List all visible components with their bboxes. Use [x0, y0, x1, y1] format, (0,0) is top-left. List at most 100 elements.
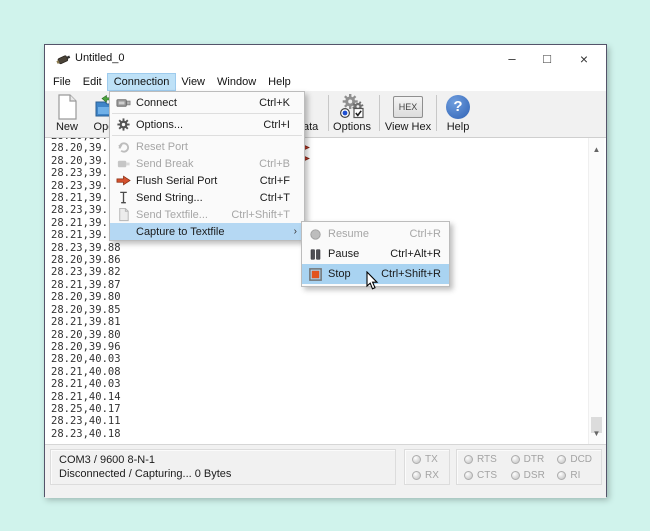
menu-item-flush-serial-port[interactable]: Flush Serial Port Ctrl+F [110, 172, 304, 189]
signal-label: DCD [570, 454, 592, 465]
status-bar: COM3 / 9600 8-N-1 Disconnected / Capturi… [45, 444, 606, 498]
terminal-line: 28.20,39.80 [51, 291, 606, 303]
menu-item-send-break[interactable]: Send Break Ctrl+B [110, 155, 304, 172]
terminal-line: 28.21,40.03 [51, 378, 606, 390]
scroll-down-icon[interactable]: ▼ [589, 426, 604, 442]
terminal-line: 28.20,39.80 [51, 329, 606, 341]
view-hex-button-label: View Hex [383, 121, 433, 133]
help-icon: ? [440, 93, 476, 120]
led-icon [511, 471, 520, 480]
terminal-line: 28.21,40.08 [51, 366, 606, 378]
terminal-line: 28.21,39.81 [51, 316, 606, 328]
terminal-line: 28.25,40.17 [51, 403, 606, 415]
led-icon [464, 455, 473, 464]
terminal-line: 28.20,40.03 [51, 353, 606, 365]
led-icon [464, 471, 473, 480]
view-hex-button[interactable]: HEX View Hex [383, 93, 433, 136]
terminal-line: 28.20,39.96 [51, 341, 606, 353]
signal-label: RTS [477, 454, 497, 465]
status-state-info: Disconnected / Capturing... 0 Bytes [59, 467, 395, 481]
options-gears-icon [330, 93, 374, 120]
terminal-line: 28.20,39.85 [51, 304, 606, 316]
stop-icon [302, 267, 328, 282]
send-break-icon [110, 156, 136, 171]
menubar-item-edit[interactable]: Edit [77, 74, 108, 90]
options-button[interactable]: Options [330, 93, 374, 136]
hex-badge-text: HEX [393, 96, 423, 118]
menu-separator [112, 113, 302, 114]
help-button[interactable]: ? Help [440, 93, 476, 136]
signal-indicator-rx: RX [407, 470, 447, 481]
vertical-scrollbar[interactable]: ▲ ▼ [588, 138, 604, 444]
mouse-cursor [366, 271, 380, 291]
menu-item-send-string[interactable]: Send String... Ctrl+T [110, 189, 304, 206]
terminal-line: 28.23,40.18 [51, 428, 606, 440]
menu-item-options[interactable]: Options... Ctrl+I [110, 116, 304, 133]
send-textfile-icon [110, 207, 136, 222]
minimize-button[interactable]: – [497, 47, 527, 70]
maximize-button[interactable]: □ [532, 47, 562, 70]
signal-indicator-tx: TX [407, 454, 447, 465]
signal-group-txrx: TX RX [404, 449, 450, 485]
signal-indicator-rts: RTS [459, 454, 506, 465]
title-bar[interactable]: Untitled_0 – □ × [45, 45, 606, 73]
menubar-item-file[interactable]: File [47, 74, 77, 90]
led-icon [511, 455, 520, 464]
window-title: Untitled_0 [75, 52, 125, 64]
signal-indicator-dcd: DCD [552, 454, 599, 465]
signal-indicator-dtr: DTR [506, 454, 553, 465]
menu-item-pause[interactable]: Pause Ctrl+Alt+R [302, 244, 449, 264]
terminal-line: 28.23,40.11 [51, 415, 606, 427]
scroll-up-icon[interactable]: ▲ [589, 142, 604, 158]
reset-port-icon [110, 139, 136, 154]
menubar-item-connection[interactable]: Connection [108, 74, 176, 90]
desktop: Untitled_0 – □ × FileEditConnectionViewW… [0, 0, 650, 531]
help-question-glyph: ? [446, 95, 470, 119]
signal-label: RX [425, 470, 439, 481]
signal-label: DTR [524, 454, 545, 465]
menu-item-capture-to-textfile[interactable]: Capture to Textfile › [110, 223, 304, 240]
menubar-item-window[interactable]: Window [211, 74, 262, 90]
status-text-panel: COM3 / 9600 8-N-1 Disconnected / Capturi… [50, 449, 396, 485]
toolbar-separator [436, 95, 437, 131]
signal-indicator-cts: CTS [459, 470, 506, 481]
connection-menu: Connect Ctrl+K Options... Ctrl+I Reset P… [109, 91, 305, 241]
connect-icon [110, 95, 136, 110]
menubar-item-help[interactable]: Help [262, 74, 297, 90]
pause-icon [302, 247, 328, 262]
signal-group-handshake: RTS CTS DTR DSR DCD RI [456, 449, 602, 485]
menu-item-reset-port[interactable]: Reset Port [110, 138, 304, 155]
flush-icon [110, 173, 136, 188]
hex-icon: HEX [383, 93, 433, 120]
close-button[interactable]: × [569, 47, 599, 70]
toolbar-separator [328, 95, 329, 131]
signal-label: RI [570, 470, 580, 481]
app-icon [56, 52, 71, 66]
new-button-label: New [49, 121, 85, 133]
send-string-icon [110, 190, 136, 205]
signal-label: TX [425, 454, 438, 465]
signal-indicator-dsr: DSR [506, 470, 553, 481]
led-icon [557, 471, 566, 480]
toolbar-separator [379, 95, 380, 131]
led-icon [412, 455, 421, 464]
led-icon [557, 455, 566, 464]
terminal-line: 28.21,40.14 [51, 391, 606, 403]
menubar-item-view[interactable]: View [175, 74, 211, 90]
signal-indicator-ri: RI [552, 470, 599, 481]
led-icon [412, 471, 421, 480]
signal-label: CTS [477, 470, 497, 481]
resume-icon [302, 227, 328, 242]
signal-label: DSR [524, 470, 545, 481]
menu-separator [112, 135, 302, 136]
options-button-label: Options [330, 121, 374, 133]
status-port-info: COM3 / 9600 8-N-1 [59, 453, 395, 467]
menu-item-send-textfile[interactable]: Send Textfile... Ctrl+Shift+T [110, 206, 304, 223]
menu-item-connect[interactable]: Connect Ctrl+K [110, 94, 304, 111]
submenu-arrow-icon: › [294, 226, 297, 237]
new-button[interactable]: New [49, 93, 85, 136]
app-window: Untitled_0 – □ × FileEditConnectionViewW… [44, 44, 607, 497]
new-document-icon [49, 93, 85, 120]
menu-item-resume[interactable]: Resume Ctrl+R [302, 224, 449, 244]
menu-bar: FileEditConnectionViewWindowHelp [45, 73, 606, 91]
